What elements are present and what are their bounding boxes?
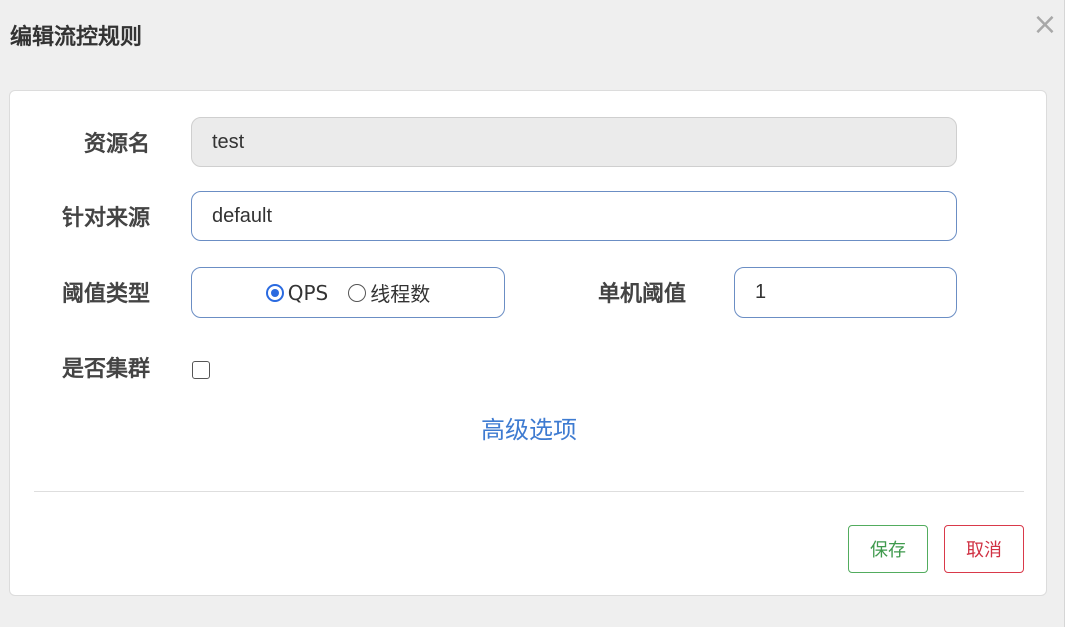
radio-qps[interactable]: QPS [265, 280, 329, 305]
single-threshold-input[interactable] [734, 267, 957, 318]
edit-flow-rule-dialog: 编辑流控规则 × 资源名 针对来源 阈值类型 QPS 线程数 单机阈值 是否集群… [0, 0, 1065, 627]
cancel-button[interactable]: 取消 [944, 525, 1024, 573]
radio-thread-count[interactable]: 线程数 [348, 278, 430, 307]
resource-name-label: 资源名 [83, 132, 150, 157]
radio-qps-label: QPS [287, 280, 329, 305]
cluster-checkbox[interactable] [192, 361, 210, 379]
radio-thread-count-indicator[interactable] [348, 283, 367, 302]
single-threshold-label: 单机阈值 [597, 282, 686, 307]
threshold-type-label: 阈值类型 [61, 282, 150, 307]
form-panel: 资源名 针对来源 阈值类型 QPS 线程数 单机阈值 是否集群 高级选项 保存 … [9, 90, 1047, 596]
radio-qps-indicator[interactable] [265, 283, 284, 302]
radio-thread-count-label: 线程数 [370, 282, 431, 306]
advanced-options-link[interactable]: 高级选项 [10, 413, 1048, 447]
threshold-type-radio-group: QPS 线程数 [191, 267, 505, 318]
cluster-label: 是否集群 [61, 357, 150, 382]
close-icon[interactable]: × [1030, 10, 1060, 40]
dialog-title: 编辑流控规则 [10, 25, 143, 50]
save-button[interactable]: 保存 [848, 525, 928, 573]
resource-name-input[interactable] [191, 117, 957, 167]
origin-input[interactable] [191, 191, 957, 241]
divider [34, 491, 1024, 492]
origin-label: 针对来源 [61, 206, 150, 231]
